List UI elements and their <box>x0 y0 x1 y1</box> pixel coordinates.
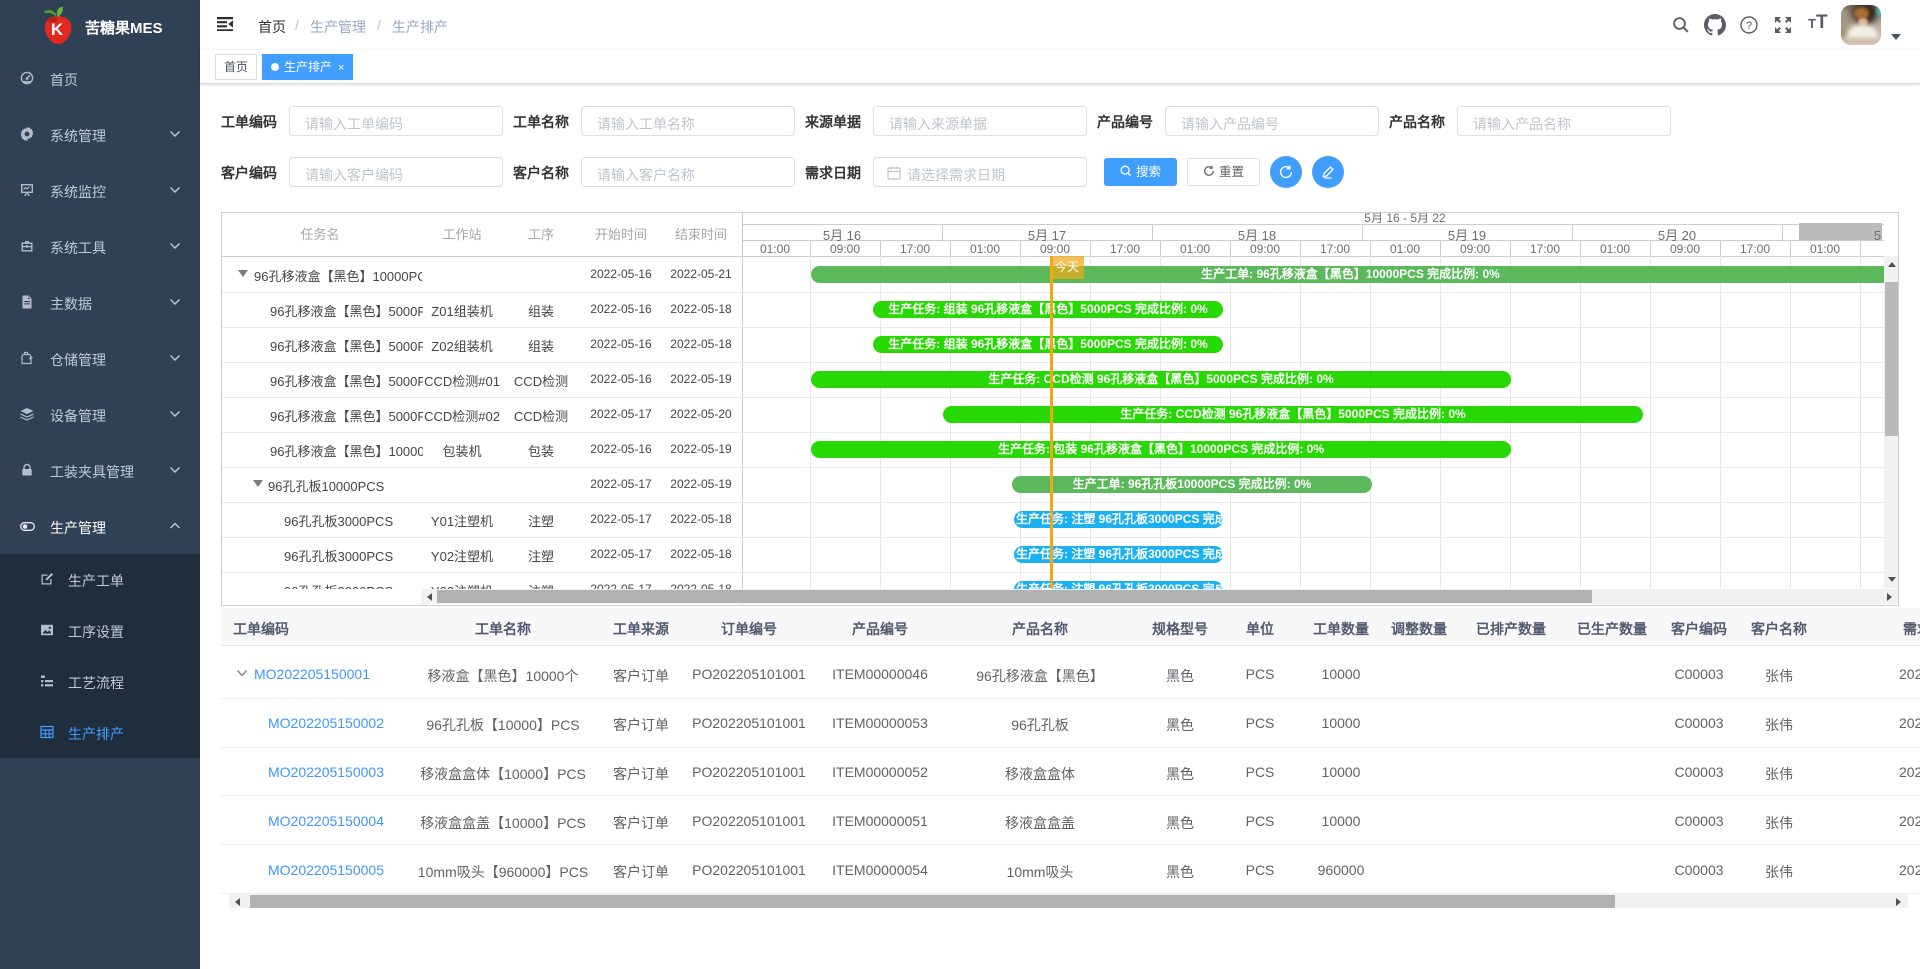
svg-text:K: K <box>51 20 64 39</box>
svg-text:?: ? <box>1746 20 1752 32</box>
